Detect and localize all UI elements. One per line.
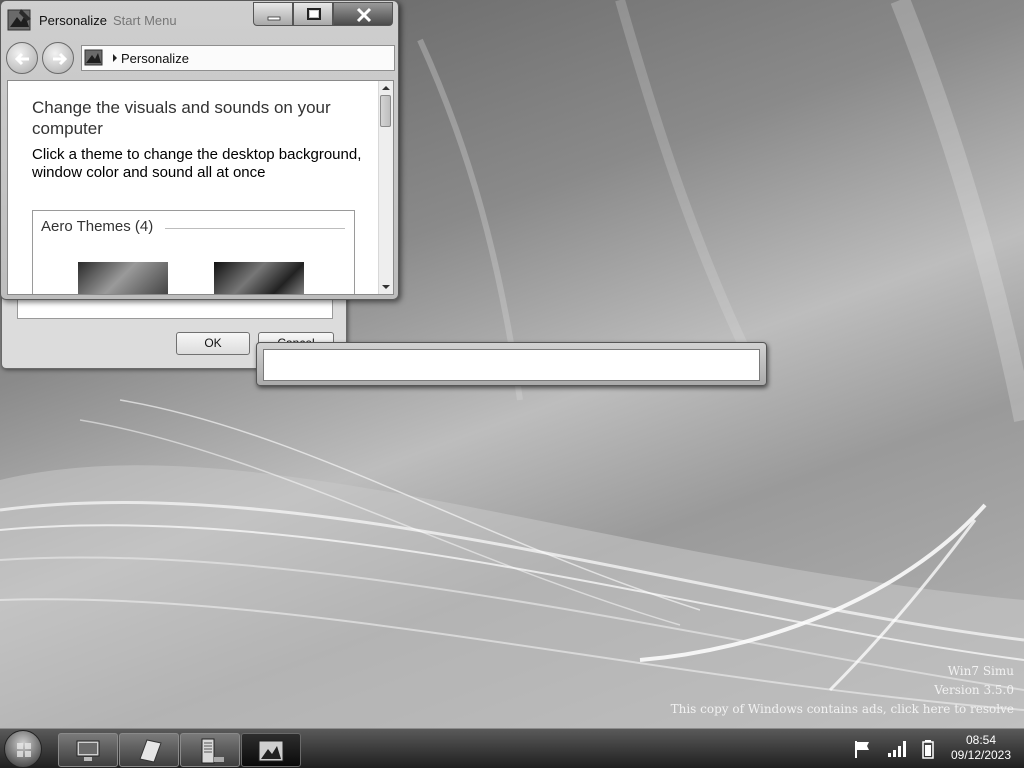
page-heading: Change the visuals and sounds on your co… <box>32 98 331 138</box>
start-button[interactable] <box>4 730 42 768</box>
paper-icon <box>139 739 162 763</box>
watermark-ads-notice[interactable]: This copy of Windows contains ads, click… <box>671 702 1014 716</box>
ok-button[interactable]: OK <box>176 332 250 355</box>
taskbar-paper-button[interactable] <box>119 733 179 767</box>
back-button[interactable] <box>6 42 38 74</box>
content-pane: Change the visuals and sounds on your co… <box>7 80 394 295</box>
page-subheading: Click a theme to change the desktop back… <box>32 146 362 181</box>
window-title: Personalize <box>39 13 107 28</box>
group-divider <box>165 228 345 229</box>
close-button[interactable] <box>333 2 393 26</box>
breadcrumb-chevron-icon[interactable] <box>112 53 118 63</box>
maximize-button[interactable] <box>293 2 333 26</box>
title-bar[interactable]: Personalize Start Menu <box>1 1 398 39</box>
text-input[interactable] <box>263 349 760 381</box>
personalize-app-icon <box>7 9 31 31</box>
personalize-icon <box>258 740 284 762</box>
navigation-bar: Personalize <box>5 41 396 75</box>
personalize-window: Personalize Start Menu Personalize Chang… <box>0 0 399 300</box>
vertical-scrollbar[interactable] <box>378 81 393 294</box>
caption-buttons <box>253 2 393 28</box>
theme-thumbnail[interactable] <box>78 262 168 294</box>
forward-arrow-icon <box>53 52 68 66</box>
back-arrow-icon <box>14 52 29 66</box>
maximize-icon <box>307 8 321 20</box>
aero-themes-group: Aero Themes (4) <box>32 210 355 294</box>
taskbar-server-button[interactable] <box>180 733 240 767</box>
theme-thumbnail[interactable] <box>214 262 304 294</box>
close-icon <box>356 7 372 23</box>
breadcrumb-personalize[interactable]: Personalize <box>121 51 189 66</box>
watermark-product: Win7 Simu <box>947 664 1014 678</box>
computer-icon <box>76 740 100 761</box>
scroll-up-icon[interactable] <box>382 84 390 92</box>
minimize-icon <box>267 16 281 21</box>
scroll-down-icon[interactable] <box>382 283 390 291</box>
window-title-overlap: Start Menu <box>113 13 177 28</box>
minimize-button[interactable] <box>253 2 293 26</box>
windows-orb-icon <box>17 743 31 757</box>
taskbar-personalize-button[interactable] <box>241 733 301 767</box>
clock-time: 08:54 <box>965 733 997 747</box>
personalize-location-icon <box>84 49 103 66</box>
floating-input-dialog <box>256 342 767 386</box>
forward-button[interactable] <box>42 42 74 74</box>
dialog-inner-box <box>17 299 333 319</box>
taskbar: 08:54 09/12/2023 <box>0 728 1024 768</box>
battery-icon[interactable] <box>918 738 940 760</box>
address-bar[interactable]: Personalize <box>81 45 395 71</box>
taskbar-computer-button[interactable] <box>58 733 118 767</box>
server-icon <box>201 738 224 764</box>
signal-icon[interactable] <box>886 738 908 760</box>
clock-date: 09/12/2023 <box>950 748 1012 762</box>
scrollbar-thumb[interactable] <box>380 95 391 127</box>
system-clock[interactable]: 08:54 09/12/2023 <box>944 733 1018 763</box>
watermark-version: Version 3.5.0 <box>934 683 1014 697</box>
group-title: Aero Themes (4) <box>41 218 158 235</box>
flag-icon[interactable] <box>852 738 874 760</box>
